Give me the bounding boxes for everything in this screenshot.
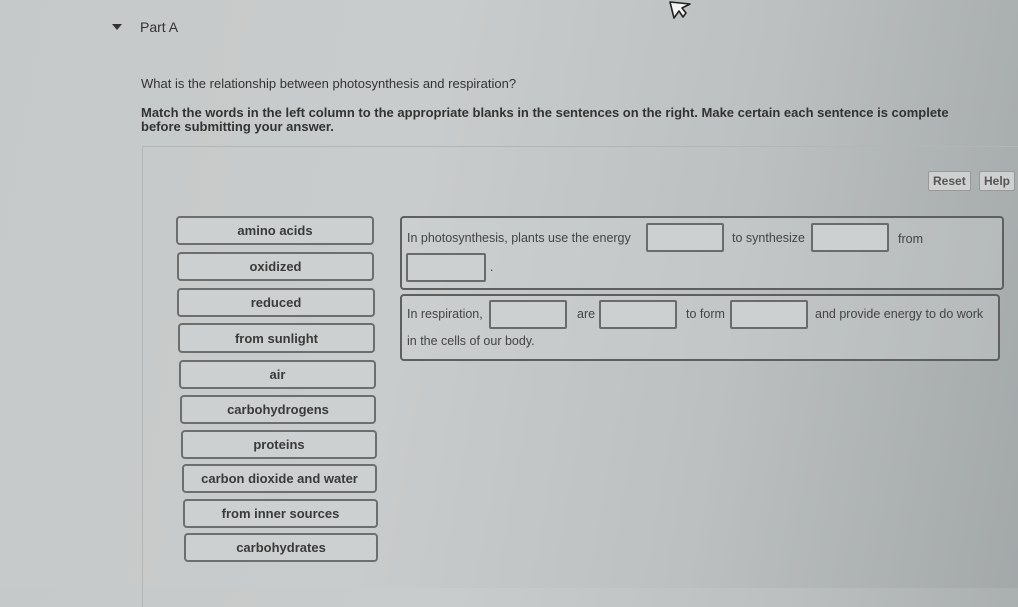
question-text: What is the relationship between photosy… [141,76,517,91]
sentence-text: in the cells of our body. [407,334,535,348]
word-tile[interactable]: carbon dioxide and water [182,464,377,493]
word-tile[interactable]: air [179,360,376,389]
sentence-text: from [898,232,923,246]
drop-blank[interactable] [730,300,808,329]
part-header[interactable]: Part A [112,19,178,35]
drop-blank[interactable] [599,300,677,329]
sentence-text: . [490,260,494,274]
drop-blank[interactable] [489,300,567,329]
word-tile[interactable]: amino acids [176,216,374,245]
word-tile[interactable]: carbohydrates [184,533,378,562]
drop-blank[interactable] [646,223,724,252]
sentence-text: and provide energy to do work [815,307,984,321]
sentence-text: to synthesize [732,231,805,245]
sentence-text: are [577,307,596,321]
sentence-text: In respiration, [407,307,483,321]
word-tile[interactable]: proteins [181,430,377,459]
word-tile[interactable]: reduced [177,288,375,317]
reset-button[interactable]: Reset [928,171,971,191]
word-tile[interactable]: from sunlight [178,323,375,353]
drop-blank[interactable] [811,223,889,252]
word-tile[interactable]: oxidized [177,252,374,281]
help-button[interactable]: Help [979,171,1016,191]
instructions-text: Match the words in the left column to th… [141,105,949,134]
drop-blank[interactable] [406,253,486,282]
sentence-text: In photosynthesis, plants use the energy [407,231,631,245]
word-tile[interactable]: carbohydrogens [180,395,376,424]
part-title: Part A [140,19,179,35]
sentence-text: to form [686,307,725,321]
collapse-caret-icon[interactable] [112,24,122,30]
word-tile[interactable]: from inner sources [183,499,378,528]
mouse-cursor-icon [669,1,691,19]
